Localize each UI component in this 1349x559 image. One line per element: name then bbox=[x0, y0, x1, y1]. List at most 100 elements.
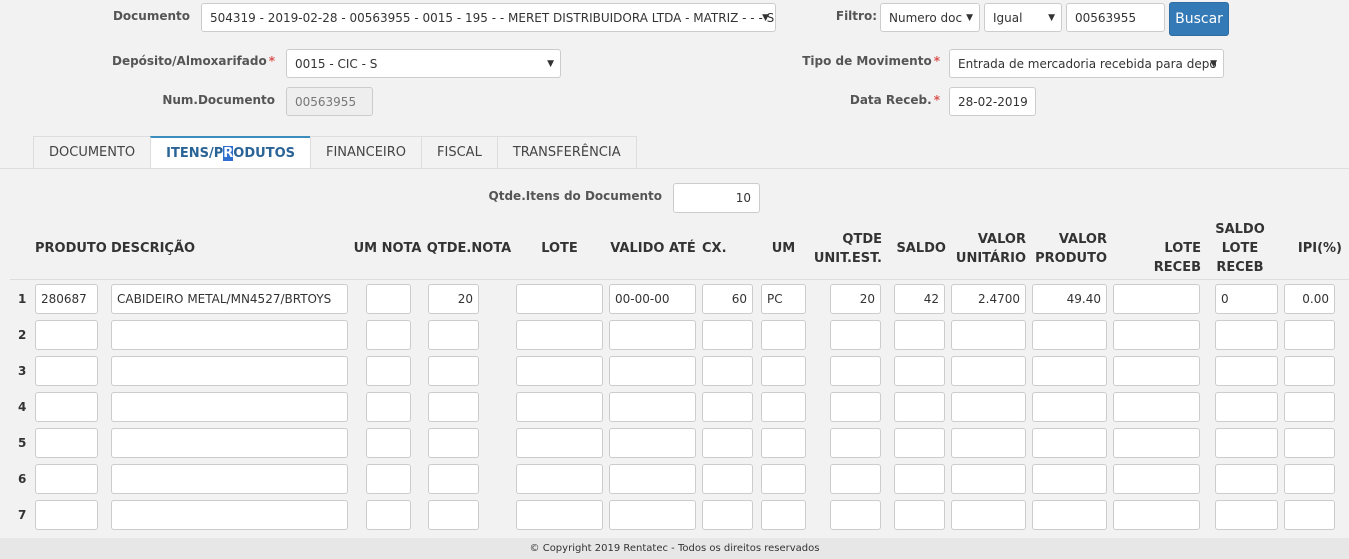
cell-saldo[interactable] bbox=[894, 356, 945, 386]
cell-qtde-unit[interactable] bbox=[830, 500, 881, 530]
cell-cx[interactable] bbox=[702, 500, 753, 530]
cell-valido-ate[interactable] bbox=[609, 392, 696, 422]
cell-saldo-lote[interactable] bbox=[1215, 464, 1278, 494]
cell-produto[interactable] bbox=[35, 356, 98, 386]
cell-saldo-lote[interactable] bbox=[1215, 356, 1278, 386]
cell-lote-receb[interactable] bbox=[1113, 500, 1200, 530]
cell-um-nota[interactable] bbox=[366, 356, 411, 386]
cell-saldo-lote[interactable] bbox=[1215, 392, 1278, 422]
cell-lote-receb[interactable] bbox=[1113, 284, 1200, 314]
cell-saldo[interactable] bbox=[894, 320, 945, 350]
cell-valido-ate[interactable] bbox=[609, 320, 696, 350]
cell-um-nota[interactable] bbox=[366, 392, 411, 422]
cell-valor-prod[interactable] bbox=[1032, 356, 1107, 386]
data-receb-input[interactable]: 28-02-2019 bbox=[949, 87, 1036, 116]
cell-qtde-nota[interactable] bbox=[428, 500, 479, 530]
cell-descricao[interactable] bbox=[111, 356, 348, 386]
cell-saldo[interactable]: 42 bbox=[894, 284, 945, 314]
cell-produto[interactable] bbox=[35, 392, 98, 422]
cell-saldo[interactable] bbox=[894, 500, 945, 530]
cell-saldo[interactable] bbox=[894, 464, 945, 494]
cell-produto[interactable] bbox=[35, 428, 98, 458]
cell-ipi[interactable] bbox=[1284, 320, 1335, 350]
cell-produto[interactable]: 280687 bbox=[35, 284, 98, 314]
cell-ipi[interactable] bbox=[1284, 392, 1335, 422]
cell-um[interactable] bbox=[761, 320, 806, 350]
cell-ipi[interactable] bbox=[1284, 500, 1335, 530]
cell-valido-ate[interactable] bbox=[609, 464, 696, 494]
cell-saldo-lote[interactable] bbox=[1215, 428, 1278, 458]
cell-cx[interactable] bbox=[702, 356, 753, 386]
cell-cx[interactable] bbox=[702, 320, 753, 350]
cell-valor-unit[interactable] bbox=[951, 320, 1026, 350]
cell-um-nota[interactable] bbox=[366, 464, 411, 494]
cell-um-nota[interactable] bbox=[366, 500, 411, 530]
cell-cx[interactable] bbox=[702, 428, 753, 458]
tab-itens-produtos[interactable]: ITENS/P R ODUTOS bbox=[150, 136, 311, 168]
cell-lote-receb[interactable] bbox=[1113, 320, 1200, 350]
cell-qtde-unit[interactable] bbox=[830, 392, 881, 422]
cell-valor-prod[interactable] bbox=[1032, 500, 1107, 530]
cell-saldo-lote[interactable] bbox=[1215, 500, 1278, 530]
cell-lote[interactable] bbox=[516, 320, 603, 350]
cell-valido-ate[interactable]: 00-00-00 bbox=[609, 284, 696, 314]
cell-um[interactable] bbox=[761, 464, 806, 494]
tab-transferencia[interactable]: TRANSFERÊNCIA bbox=[496, 136, 637, 168]
cell-qtde-unit[interactable] bbox=[830, 428, 881, 458]
cell-descricao[interactable]: CABIDEIRO METAL/MN4527/BRTOYS bbox=[111, 284, 348, 314]
cell-qtde-unit[interactable] bbox=[830, 320, 881, 350]
cell-descricao[interactable] bbox=[111, 392, 348, 422]
cell-valor-prod[interactable] bbox=[1032, 320, 1107, 350]
cell-lote[interactable] bbox=[516, 356, 603, 386]
cell-um[interactable] bbox=[761, 500, 806, 530]
cell-lote[interactable] bbox=[516, 500, 603, 530]
cell-ipi[interactable] bbox=[1284, 428, 1335, 458]
cell-valor-unit[interactable] bbox=[951, 500, 1026, 530]
cell-valor-unit[interactable] bbox=[951, 392, 1026, 422]
cell-produto[interactable] bbox=[35, 500, 98, 530]
tab-documento[interactable]: DOCUMENTO bbox=[33, 136, 152, 168]
cell-valor-prod[interactable] bbox=[1032, 464, 1107, 494]
cell-valor-unit[interactable] bbox=[951, 428, 1026, 458]
cell-ipi[interactable]: 0.00 bbox=[1284, 284, 1335, 314]
cell-valido-ate[interactable] bbox=[609, 356, 696, 386]
cell-cx[interactable]: 60 bbox=[702, 284, 753, 314]
cell-qtde-nota[interactable] bbox=[428, 320, 479, 350]
cell-um[interactable]: PC bbox=[761, 284, 806, 314]
cell-um-nota[interactable] bbox=[366, 428, 411, 458]
qtde-itens-input[interactable]: 10 bbox=[673, 183, 760, 213]
filtro-field-select[interactable]: Numero doc ▼ bbox=[880, 3, 980, 32]
cell-lote[interactable] bbox=[516, 284, 603, 314]
cell-lote-receb[interactable] bbox=[1113, 356, 1200, 386]
tab-financeiro[interactable]: FINANCEIRO bbox=[309, 136, 423, 168]
cell-descricao[interactable] bbox=[111, 500, 348, 530]
cell-saldo[interactable] bbox=[894, 392, 945, 422]
documento-select[interactable]: 504319 - 2019-02-28 - 00563955 - 0015 - … bbox=[201, 3, 776, 32]
cell-qtde-unit[interactable] bbox=[830, 356, 881, 386]
cell-valor-prod[interactable]: 49.40 bbox=[1032, 284, 1107, 314]
cell-um[interactable] bbox=[761, 356, 806, 386]
cell-lote[interactable] bbox=[516, 428, 603, 458]
cell-qtde-nota[interactable] bbox=[428, 428, 479, 458]
cell-produto[interactable] bbox=[35, 464, 98, 494]
cell-qtde-nota[interactable] bbox=[428, 392, 479, 422]
buscar-button[interactable]: Buscar bbox=[1169, 2, 1229, 36]
cell-cx[interactable] bbox=[702, 392, 753, 422]
cell-valor-prod[interactable] bbox=[1032, 428, 1107, 458]
cell-qtde-nota[interactable] bbox=[428, 464, 479, 494]
cell-valor-unit[interactable] bbox=[951, 356, 1026, 386]
cell-qtde-unit[interactable]: 20 bbox=[830, 284, 881, 314]
cell-produto[interactable] bbox=[35, 320, 98, 350]
cell-um[interactable] bbox=[761, 428, 806, 458]
cell-ipi[interactable] bbox=[1284, 356, 1335, 386]
cell-descricao[interactable] bbox=[111, 464, 348, 494]
cell-saldo[interactable] bbox=[894, 428, 945, 458]
cell-valor-unit[interactable]: 2.4700 bbox=[951, 284, 1026, 314]
cell-valido-ate[interactable] bbox=[609, 500, 696, 530]
cell-lote[interactable] bbox=[516, 464, 603, 494]
cell-um[interactable] bbox=[761, 392, 806, 422]
tipo-movimento-select[interactable]: Entrada de mercadoria recebida para depo… bbox=[949, 49, 1224, 78]
cell-qtde-nota[interactable]: 20 bbox=[428, 284, 479, 314]
cell-saldo-lote[interactable] bbox=[1215, 320, 1278, 350]
tab-fiscal[interactable]: FISCAL bbox=[421, 136, 498, 168]
